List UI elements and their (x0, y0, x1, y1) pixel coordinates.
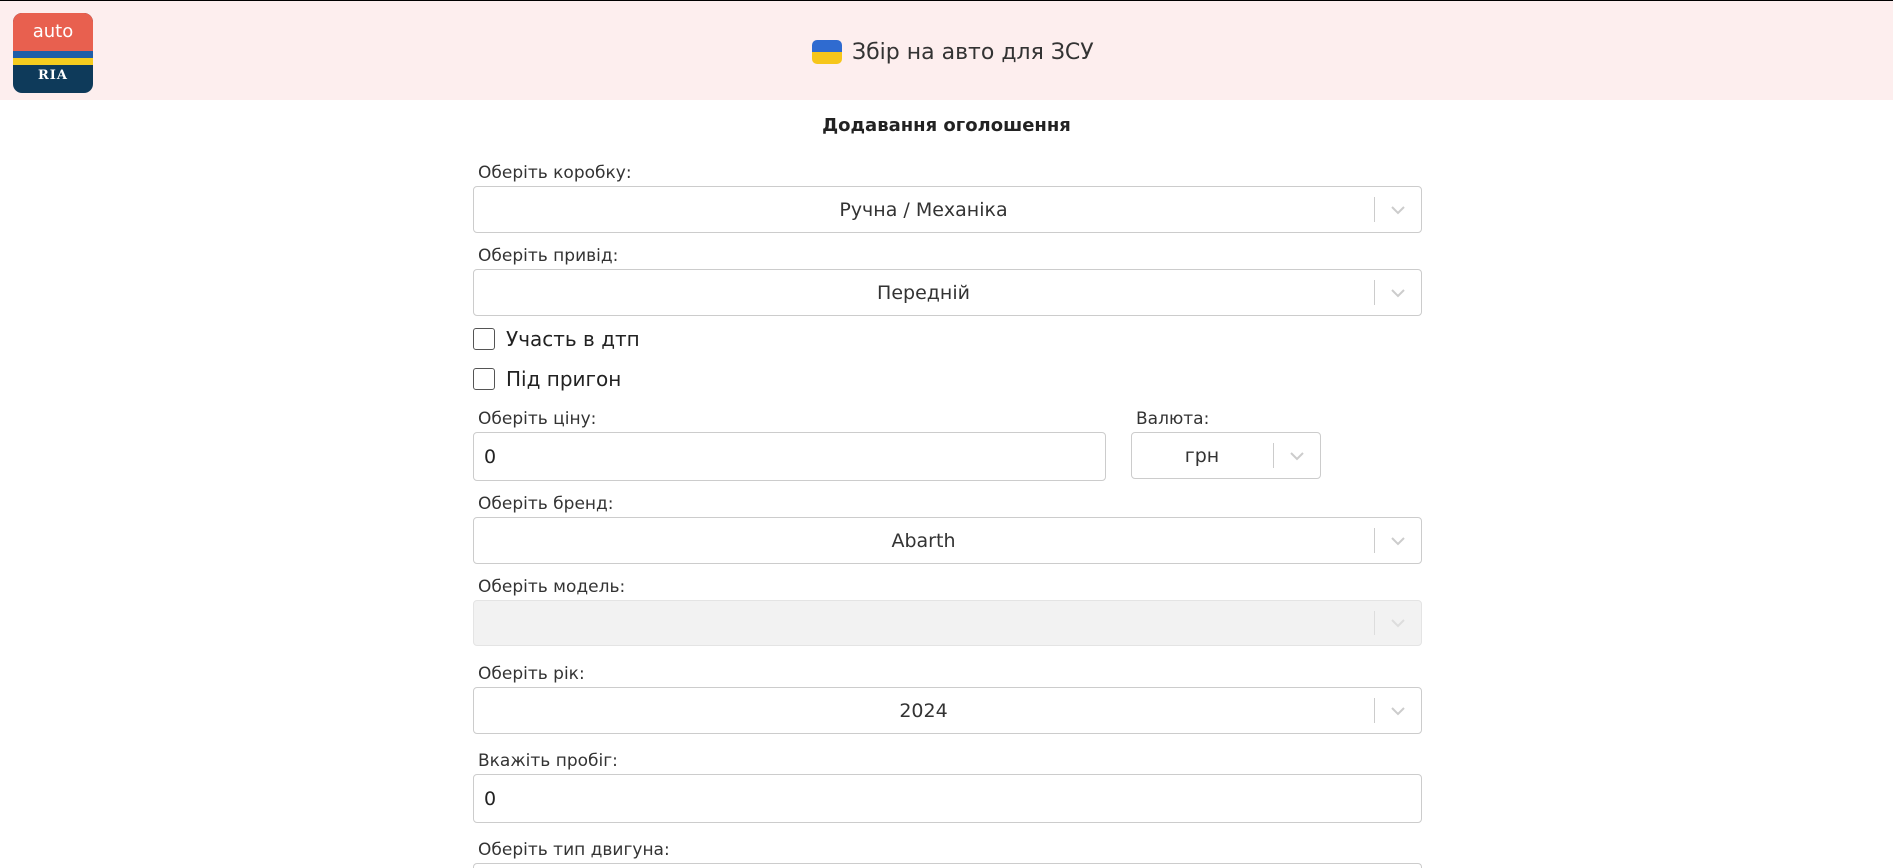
drive-value: Передній (877, 281, 970, 304)
imported-checkbox[interactable] (473, 368, 495, 390)
brand-select[interactable]: Abarth (473, 517, 1422, 564)
autoria-logo[interactable]: auto RIA (13, 13, 93, 93)
accident-checkbox-row[interactable]: Участь в дтп (473, 327, 640, 351)
chevron-down-icon[interactable] (1284, 433, 1310, 478)
drive-select[interactable]: Передній (473, 269, 1422, 316)
mileage-label: Вкажіть пробіг: (478, 751, 618, 771)
brand-label: Оберіть бренд: (478, 494, 614, 514)
accident-checkbox[interactable] (473, 328, 495, 350)
price-label: Оберіть ціну: (478, 409, 597, 429)
imported-checkbox-label: Під пригон (506, 367, 622, 391)
brand-value: Abarth (891, 529, 956, 552)
select-separator (1273, 443, 1274, 468)
accident-checkbox-label: Участь в дтп (506, 327, 640, 351)
page-title: Додавання оголошення (822, 115, 1071, 136)
select-separator (1374, 611, 1375, 635)
year-label: Оберіть рік: (478, 664, 585, 684)
logo-text-ria: RIA (38, 68, 68, 83)
gearbox-value: Ручна / Механіка (839, 198, 1008, 221)
year-value: 2024 (899, 699, 948, 722)
chevron-down-icon[interactable] (1385, 187, 1411, 232)
header-title-text: Збір на авто для ЗСУ (852, 39, 1094, 65)
mileage-input[interactable]: 0 (473, 774, 1422, 823)
select-separator (1374, 280, 1375, 305)
model-label: Оберіть модель: (478, 577, 626, 597)
chevron-down-icon[interactable] (1385, 518, 1411, 563)
engine-type-select[interactable] (473, 863, 1422, 868)
drive-label: Оберіть привід: (478, 246, 619, 266)
model-select (473, 600, 1422, 646)
select-separator (1374, 698, 1375, 723)
price-input[interactable]: 0 (473, 432, 1106, 481)
ukraine-flag-icon (812, 40, 842, 64)
logo-text-auto: auto (32, 21, 74, 42)
gearbox-label: Оберіть коробку: (478, 163, 632, 183)
year-select[interactable]: 2024 (473, 687, 1422, 734)
select-separator (1374, 528, 1375, 553)
currency-label: Валюта: (1136, 409, 1210, 429)
currency-select[interactable]: грн (1131, 432, 1321, 479)
select-separator (1374, 197, 1375, 222)
engine-type-label: Оберіть тип двигуна: (478, 840, 670, 860)
gearbox-select[interactable]: Ручна / Механіка (473, 186, 1422, 233)
header-title: Збір на авто для ЗСУ (812, 37, 1094, 67)
imported-checkbox-row[interactable]: Під пригон (473, 367, 621, 391)
logo-stripe-yellow (13, 58, 93, 65)
currency-value: грн (1184, 444, 1220, 467)
model-value (474, 601, 1373, 645)
chevron-down-icon (1385, 601, 1411, 645)
header: auto RIA Збір на авто для ЗСУ (0, 0, 1893, 100)
chevron-down-icon[interactable] (1385, 270, 1411, 315)
chevron-down-icon[interactable] (1385, 688, 1411, 733)
logo-stripe-blue (13, 51, 93, 58)
